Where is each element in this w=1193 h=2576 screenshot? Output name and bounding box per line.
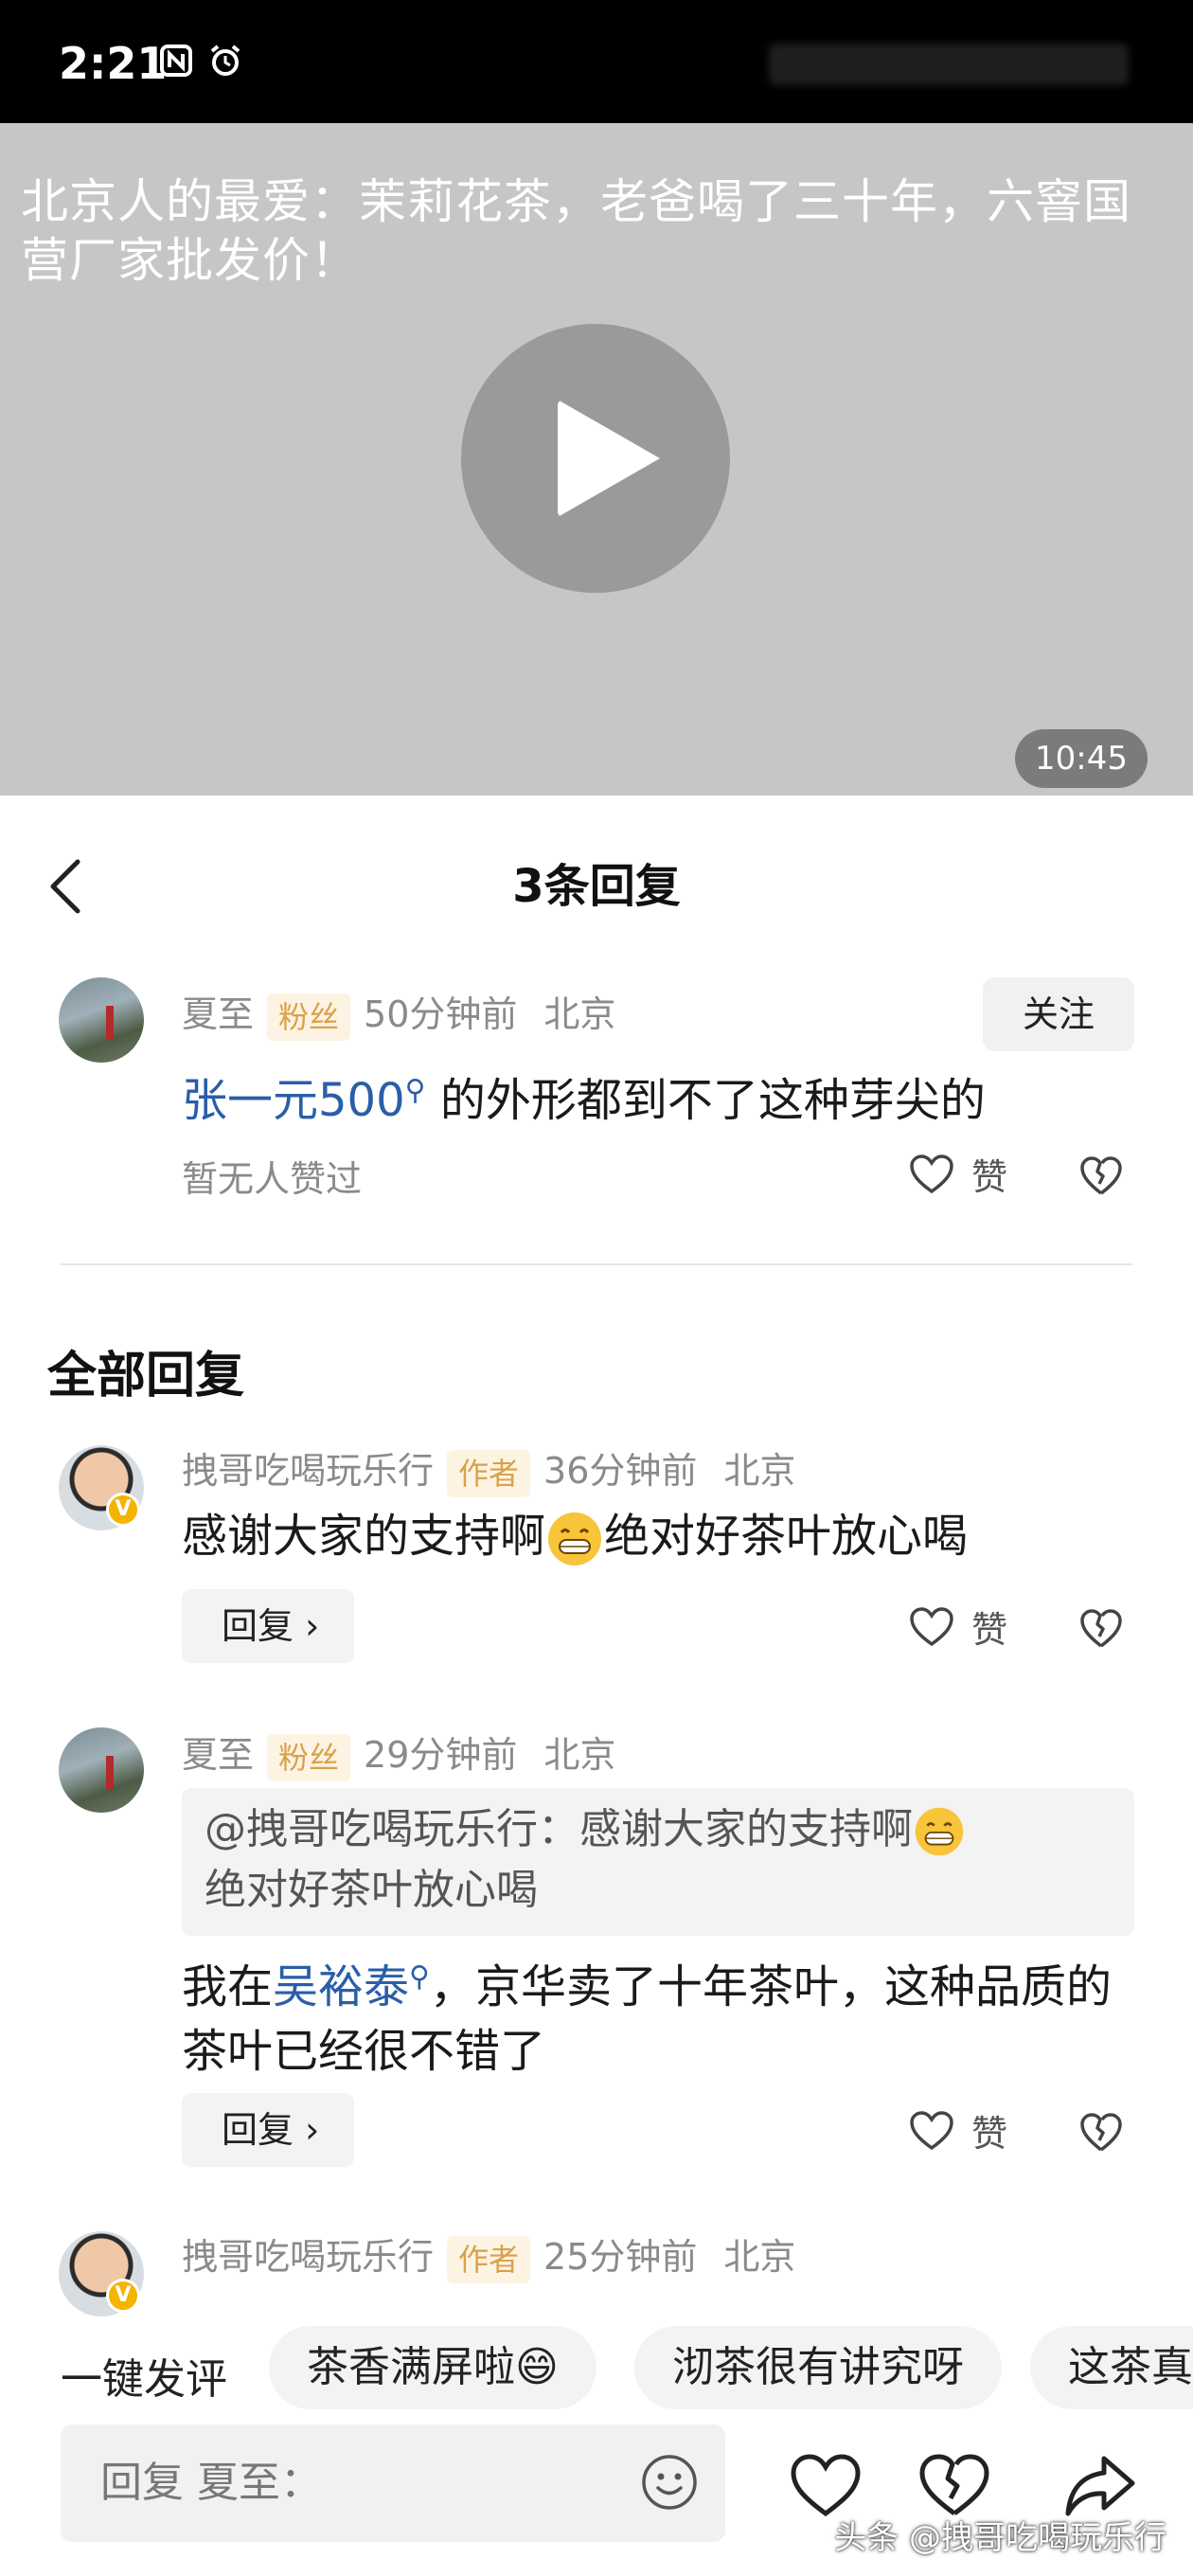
location: 北京 xyxy=(723,2236,796,2278)
status-time: 2:21 xyxy=(59,38,168,89)
verified-badge-icon: V xyxy=(106,1493,140,1527)
like-label[interactable]: 赞 xyxy=(971,1601,1007,1653)
avatar[interactable] xyxy=(59,977,144,1063)
chevron-right-icon: › xyxy=(305,2109,320,2151)
reply-text: 感谢大家的支持啊 绝对好茶叶放心喝 xyxy=(182,1504,968,1568)
likes-status: 暂无人赞过 xyxy=(182,1158,363,1200)
share-icon[interactable] xyxy=(1064,2453,1136,2519)
quoted-comment[interactable]: @拽哥吃喝玩乐行：感谢大家的支持啊 绝对好茶叶放心喝 xyxy=(182,1788,1134,1936)
chevron-right-icon: › xyxy=(305,1605,320,1647)
divider xyxy=(61,1263,1132,1265)
username[interactable]: 拽哥吃喝玩乐行 xyxy=(182,1450,434,1492)
heart-icon[interactable] xyxy=(909,1606,954,1648)
replies-header: 3条回复 xyxy=(0,796,1193,957)
reply-button-label: 回复 xyxy=(222,2109,294,2151)
username[interactable]: 夏至 xyxy=(182,993,254,1035)
reply-text-part: 感谢大家的支持啊 xyxy=(182,1510,546,1563)
section-title: 全部回复 xyxy=(47,1348,245,1404)
reply-text-part: 我在 xyxy=(182,1960,274,2013)
reply-input[interactable]: 回复 夏至： xyxy=(61,2424,725,2542)
play-button[interactable] xyxy=(461,324,730,593)
quick-reply-chip[interactable]: 茶香满屏啦😄 xyxy=(269,2326,596,2409)
follow-button[interactable]: 关注 xyxy=(983,977,1134,1051)
quick-reply-chip[interactable]: 沏茶很有讲究呀 xyxy=(634,2326,1002,2409)
video-player[interactable]: 北京人的最爱：茉莉花茶，老爸喝了三十年，六窨国营厂家批发价！ 10:45 xyxy=(0,123,1193,796)
author-badge: 作者 xyxy=(447,2235,531,2283)
heart-icon[interactable] xyxy=(909,2110,954,2152)
heart-icon[interactable] xyxy=(790,2453,862,2519)
comment-meta: 夏至 粉丝 50分钟前 北京 xyxy=(182,985,615,1041)
reply-button[interactable]: 回复 › xyxy=(182,1589,354,1663)
grin-emoji-icon xyxy=(548,1512,602,1565)
avatar[interactable] xyxy=(59,1727,144,1813)
quote-text: 绝对好茶叶放心喝 xyxy=(205,1866,538,1914)
timestamp: 25分钟前 xyxy=(543,2236,698,2278)
reply-button-label: 回复 xyxy=(222,1605,294,1647)
verified-badge-icon: V xyxy=(106,2279,140,2313)
emoji-icon[interactable] xyxy=(640,2453,699,2512)
comment-body: 的外形都到不了这种芽尖的 xyxy=(425,1074,986,1127)
video-duration: 10:45 xyxy=(1015,729,1148,788)
quote-text: @拽哥吃喝玩乐行：感谢大家的支持啊 xyxy=(205,1805,913,1853)
quick-reply-chip[interactable]: 这茶真 xyxy=(1030,2326,1193,2409)
alarm-icon xyxy=(210,45,240,76)
mention-link[interactable]: 张一元500 xyxy=(182,1074,405,1127)
video-title: 北京人的最爱：茉莉花茶，老爸喝了三十年，六窨国营厂家批发价！ xyxy=(21,174,1131,288)
location: 北京 xyxy=(543,1734,616,1776)
broken-heart-icon[interactable] xyxy=(1079,1608,1123,1650)
fan-badge: 粉丝 xyxy=(267,993,351,1041)
like-label[interactable]: 赞 xyxy=(971,1148,1007,1200)
reply-meta: 拽哥吃喝玩乐行 作者 36分钟前 北京 xyxy=(182,1441,795,1497)
timestamp: 36分钟前 xyxy=(543,1450,698,1492)
mention-link[interactable]: 吴裕泰 xyxy=(273,1960,409,2013)
status-bar: 2:21 xyxy=(0,0,1193,123)
like-label[interactable]: 赞 xyxy=(971,2104,1007,2156)
timestamp: 50分钟前 xyxy=(364,993,518,1035)
location: 北京 xyxy=(543,993,616,1035)
search-icon: ⚲ xyxy=(409,1960,431,1994)
username[interactable]: 拽哥吃喝玩乐行 xyxy=(182,2236,434,2278)
watermark: 头条 @拽哥吃喝玩乐行 xyxy=(834,2519,1166,2557)
comment-text: 张一元500⚲ 的外形都到不了这种芽尖的 xyxy=(182,1059,986,1133)
location: 北京 xyxy=(723,1450,796,1492)
reply-button[interactable]: 回复 › xyxy=(182,2093,354,2167)
heart-icon[interactable] xyxy=(909,1154,954,1195)
quote-line: @拽哥吃喝玩乐行：感谢大家的支持啊 xyxy=(205,1799,1112,1860)
reply-meta: 拽哥吃喝玩乐行 作者 25分钟前 北京 xyxy=(182,2227,795,2283)
timestamp: 29分钟前 xyxy=(364,1734,518,1776)
page-title: 3条回复 xyxy=(512,860,681,913)
broken-heart-icon[interactable] xyxy=(1079,2112,1123,2154)
broken-heart-icon[interactable] xyxy=(918,2453,990,2519)
status-icons-blurred xyxy=(769,44,1129,85)
search-icon: ⚲ xyxy=(404,1074,426,1107)
bottom-bar: 回复 夏至： 头条 @拽哥吃喝玩乐行 xyxy=(0,2421,1193,2576)
reply-text-part: 绝对好茶叶放心喝 xyxy=(604,1510,969,1563)
reply-meta: 夏至 粉丝 29分钟前 北京 xyxy=(182,1726,615,1781)
reply-text: 我在吴裕泰⚲，京华卖了十年茶叶，这种品质的茶叶已经很不错了 xyxy=(182,1945,1138,2084)
author-badge: 作者 xyxy=(447,1449,531,1497)
fan-badge: 粉丝 xyxy=(267,1733,351,1781)
play-icon xyxy=(558,400,660,517)
username[interactable]: 夏至 xyxy=(182,1734,254,1776)
broken-heart-icon[interactable] xyxy=(1079,1155,1123,1197)
grin-emoji-icon xyxy=(915,1807,964,1856)
quick-reply-label: 一键发评 xyxy=(61,2355,227,2404)
nfc-icon xyxy=(160,45,192,77)
quick-reply-row: 一键发评 茶香满屏啦😄 沏茶很有讲究呀 这茶真 xyxy=(0,2320,1193,2415)
